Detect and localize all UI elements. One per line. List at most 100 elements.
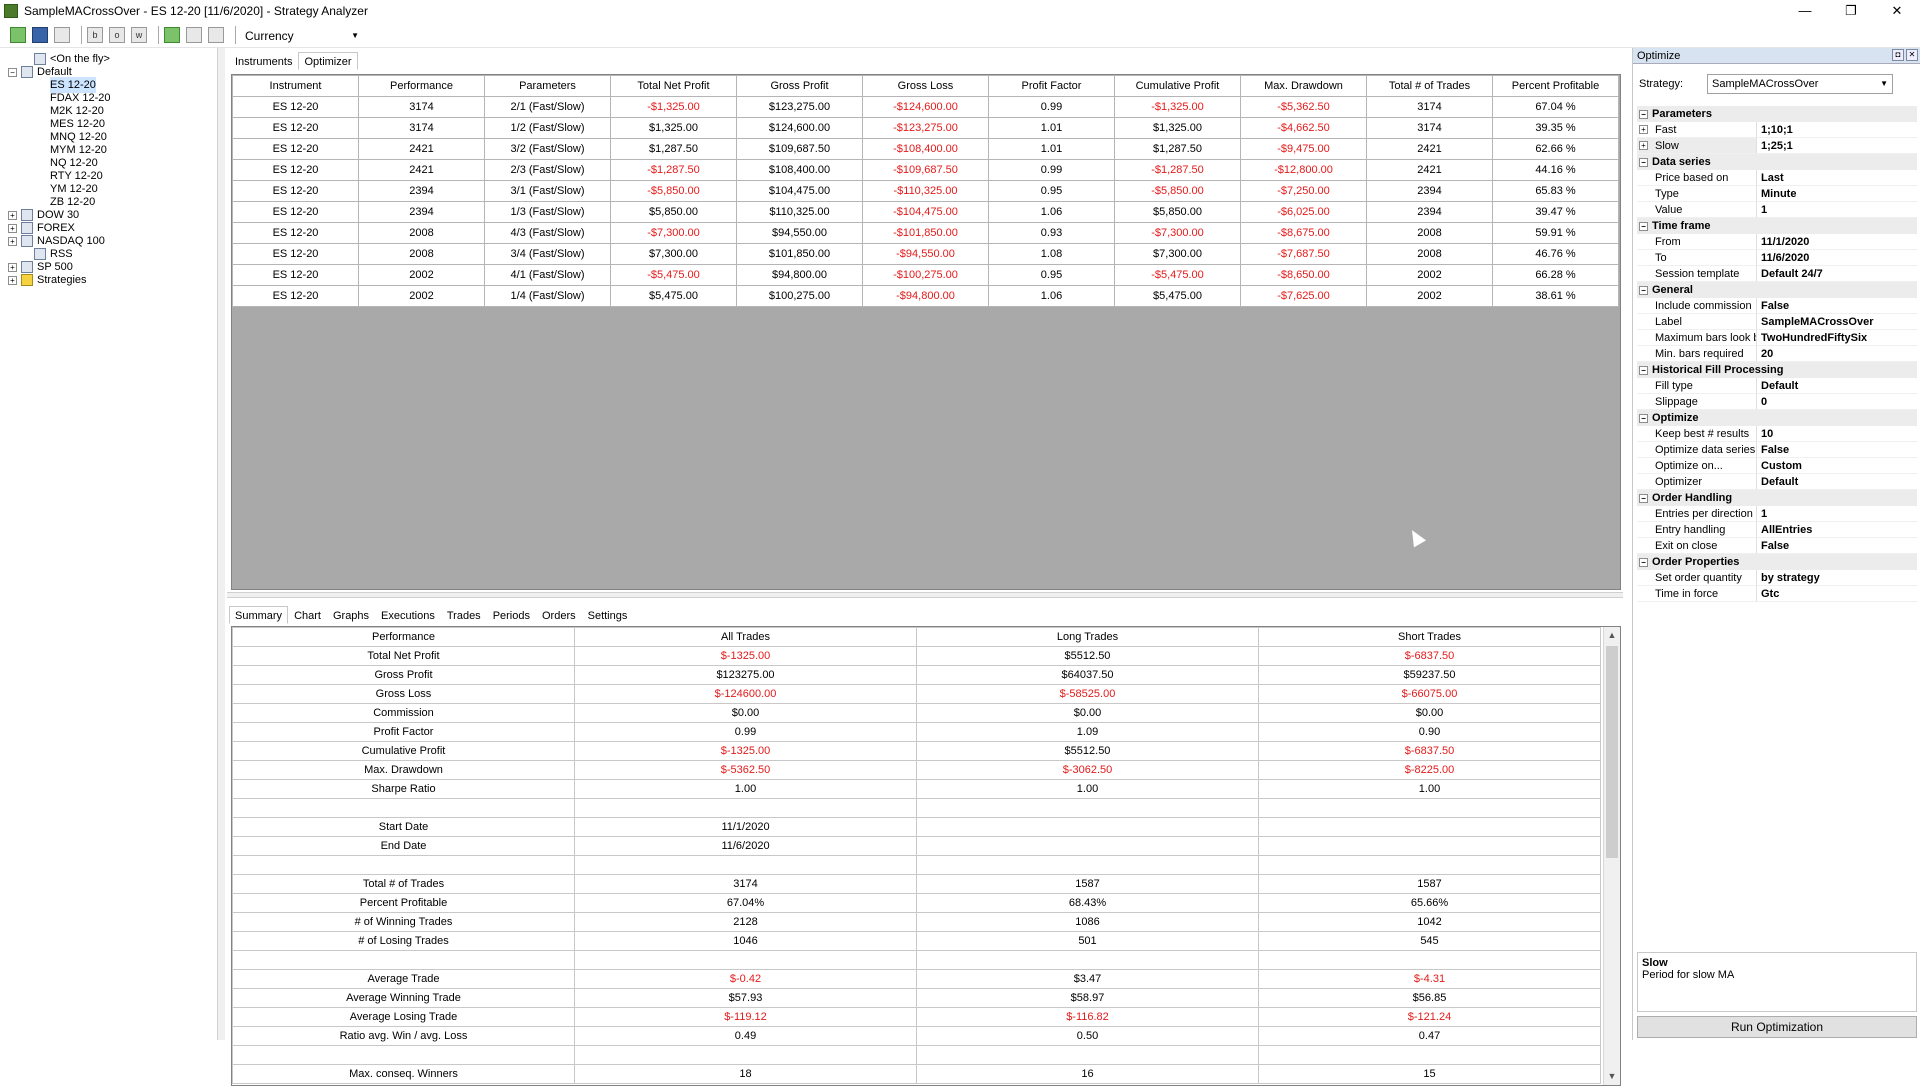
property-value[interactable]: Gtc [1757, 586, 1917, 602]
property-category[interactable]: − Order Handling [1637, 490, 1917, 506]
column-header[interactable]: Cumulative Profit [1114, 75, 1241, 97]
table-row[interactable]: ES 12-20 2421 2/3 (Fast/Slow) -$1,287.50 $10… [232, 159, 1619, 181]
expander-icon[interactable]: − [8, 67, 17, 77]
property-value[interactable]: 11/1/2020 [1757, 234, 1917, 250]
summary-scrollbar[interactable]: ▲ ▼ [1603, 627, 1620, 1085]
property-value[interactable]: Last [1757, 170, 1917, 186]
scroll-thumb[interactable] [1606, 646, 1618, 858]
property-row[interactable]: Include commission False [1637, 298, 1917, 314]
property-value[interactable]: False [1757, 298, 1917, 314]
tab-periods[interactable]: Periods [487, 606, 536, 624]
column-header[interactable]: Instrument [232, 75, 359, 97]
open-icon[interactable] [10, 26, 26, 43]
edit-icon[interactable] [186, 26, 202, 43]
collapse-icon[interactable]: − [1639, 285, 1648, 295]
maximize-button[interactable]: ❐ [1828, 0, 1874, 22]
tab-summary[interactable]: Summary [229, 606, 289, 624]
property-value[interactable]: 1 [1757, 202, 1917, 218]
property-category[interactable]: − Data series [1637, 154, 1917, 170]
scroll-up-icon[interactable]: ▲ [1604, 627, 1620, 644]
property-value[interactable]: Minute [1757, 186, 1917, 202]
property-row[interactable]: Set order quantity by strategy [1637, 570, 1917, 586]
close-button[interactable]: ✕ [1874, 0, 1920, 22]
property-value[interactable]: SampleMACrossOver [1757, 314, 1917, 330]
expander-icon[interactable]: + [8, 275, 17, 285]
property-value[interactable]: 0 [1757, 394, 1917, 410]
close-icon[interactable]: ✕ [1906, 49, 1918, 61]
property-row[interactable]: Slippage 0 [1637, 394, 1917, 410]
save-icon[interactable] [32, 26, 48, 43]
property-row[interactable]: From 11/1/2020 [1637, 234, 1917, 250]
property-row[interactable]: Value 1 [1637, 202, 1917, 218]
property-category[interactable]: − Optimize [1637, 410, 1917, 426]
add-icon[interactable] [164, 26, 180, 43]
property-row[interactable]: Session template Default 24/7 [1637, 266, 1917, 282]
table-row[interactable]: ES 12-20 2421 3/2 (Fast/Slow) $1,287.50 $109… [232, 138, 1619, 160]
property-value[interactable]: Default [1757, 378, 1917, 394]
tab-trades[interactable]: Trades [441, 606, 487, 624]
column-header[interactable]: Total # of Trades [1366, 75, 1493, 97]
property-value[interactable]: AllEntries [1757, 522, 1917, 538]
table-row[interactable]: ES 12-20 3174 1/2 (Fast/Slow) $1,325.00 $124… [232, 117, 1619, 139]
table-row[interactable]: ES 12-20 3174 2/1 (Fast/Slow) -$1,325.00 $12… [232, 96, 1619, 118]
property-row[interactable]: Fill type Default [1637, 378, 1917, 394]
collapse-icon[interactable]: − [1639, 557, 1648, 567]
table-row[interactable]: ES 12-20 2002 4/1 (Fast/Slow) -$5,475.00 $94… [232, 264, 1619, 286]
tab-executions[interactable]: Executions [375, 606, 441, 624]
column-header[interactable]: Gross Profit [736, 75, 863, 97]
remove-icon[interactable] [208, 26, 224, 43]
column-header[interactable]: Gross Loss [862, 75, 989, 97]
collapse-icon[interactable]: − [1639, 413, 1648, 423]
property-value[interactable]: TwoHundredFiftySix [1757, 330, 1917, 346]
run-optimization-button[interactable]: Run Optimization [1637, 1016, 1917, 1038]
property-row[interactable]: Maximum bars look bacTwoHundredFiftySix [1637, 330, 1917, 346]
currency-dropdown[interactable]: Currency ▼ [241, 25, 363, 44]
scroll-down-icon[interactable]: ▼ [1604, 1068, 1620, 1085]
property-value[interactable]: by strategy [1757, 570, 1917, 586]
property-row[interactable]: To 11/6/2020 [1637, 250, 1917, 266]
pin-icon[interactable]: ◘ [1892, 49, 1904, 61]
collapse-icon[interactable]: − [1639, 493, 1648, 503]
property-value[interactable]: False [1757, 442, 1917, 458]
expand-icon[interactable]: + [1639, 125, 1648, 134]
tab-orders[interactable]: Orders [536, 606, 582, 624]
collapse-icon[interactable]: − [1639, 157, 1648, 167]
tree-item[interactable]: + Strategies [8, 272, 87, 288]
tab-optimizer[interactable]: Optimizer [298, 52, 358, 70]
property-value[interactable]: 20 [1757, 346, 1917, 362]
property-row[interactable]: Keep best # results 10 [1637, 426, 1917, 442]
tab-instruments[interactable]: Instruments [229, 52, 298, 70]
collapse-icon[interactable]: − [1639, 365, 1648, 375]
property-row[interactable]: Optimize data series False [1637, 442, 1917, 458]
column-header[interactable]: Percent Profitable [1492, 75, 1619, 97]
o-button[interactable]: o [109, 26, 125, 43]
column-header[interactable]: Total Net Profit [610, 75, 737, 97]
property-row[interactable]: Optimize on... Custom [1637, 458, 1917, 474]
property-value[interactable]: Default [1757, 474, 1917, 490]
property-row[interactable]: Min. bars required 20 [1637, 346, 1917, 362]
expander-icon[interactable]: + [8, 210, 17, 220]
property-row[interactable]: Time in force Gtc [1637, 586, 1917, 602]
property-row[interactable]: Label SampleMACrossOver [1637, 314, 1917, 330]
property-row[interactable]: Exit on close False [1637, 538, 1917, 554]
property-row[interactable]: Entries per direction 1 [1637, 506, 1917, 522]
property-value[interactable]: False [1757, 538, 1917, 554]
property-value[interactable]: 1;10;1 [1757, 122, 1917, 138]
table-row[interactable]: ES 12-20 2394 3/1 (Fast/Slow) -$5,850.00 $10… [232, 180, 1619, 202]
property-value[interactable]: 1 [1757, 506, 1917, 522]
table-row[interactable]: ES 12-20 2008 4/3 (Fast/Slow) -$7,300.00 $94… [232, 222, 1619, 244]
collapse-icon[interactable]: − [1639, 221, 1648, 231]
expander-icon[interactable]: + [8, 262, 17, 272]
property-row[interactable]: Type Minute [1637, 186, 1917, 202]
b-button[interactable]: b [87, 26, 103, 43]
collapse-icon[interactable]: − [1639, 109, 1648, 119]
property-value[interactable]: Custom [1757, 458, 1917, 474]
tab-settings[interactable]: Settings [582, 606, 634, 624]
tab-chart[interactable]: Chart [288, 606, 327, 624]
property-category[interactable]: − General [1637, 282, 1917, 298]
property-value[interactable]: 10 [1757, 426, 1917, 442]
table-row[interactable]: ES 12-20 2394 1/3 (Fast/Slow) $5,850.00 $110… [232, 201, 1619, 223]
column-header[interactable]: Parameters [484, 75, 611, 97]
print-icon[interactable] [54, 26, 70, 43]
property-category[interactable]: − Order Properties [1637, 554, 1917, 570]
